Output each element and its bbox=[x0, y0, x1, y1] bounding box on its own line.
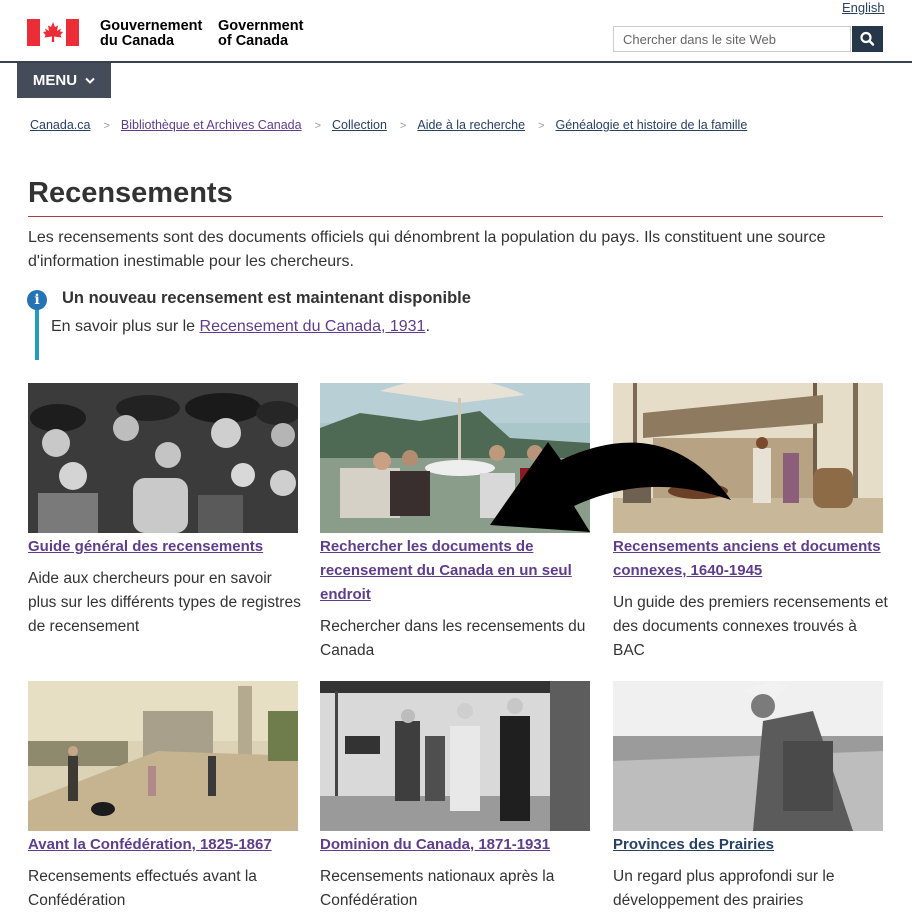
card-link-dominion[interactable]: Dominion du Canada, 1871-1931 bbox=[320, 833, 592, 857]
card-description: Recensements nationaux après la Confédér… bbox=[320, 868, 555, 909]
wordmark-english[interactable]: Government of Canada bbox=[218, 19, 303, 49]
card-link-rechercher-documents[interactable]: Rechercher les documents de recensement … bbox=[320, 535, 592, 607]
search-input[interactable]: Chercher dans le site Web bbox=[613, 26, 851, 52]
header-divider bbox=[0, 61, 912, 63]
search-icon bbox=[860, 31, 875, 46]
breadcrumb-link-aide[interactable]: Aide à la recherche bbox=[417, 118, 525, 132]
breadcrumb-link-bac[interactable]: Bibliothèque et Archives Canada bbox=[121, 118, 302, 132]
breadcrumb-link-genealogie[interactable]: Généalogie et histoire de la famille bbox=[556, 118, 748, 132]
menu-button[interactable]: MENU bbox=[17, 63, 111, 98]
card-image-town-painting[interactable] bbox=[28, 681, 298, 831]
menu-label: MENU bbox=[32, 72, 78, 89]
info-icon: i bbox=[27, 290, 47, 310]
card-image-dominion-photo[interactable] bbox=[320, 681, 590, 831]
card-image-family-portrait[interactable] bbox=[28, 383, 298, 533]
search-button[interactable] bbox=[852, 26, 883, 52]
card-link-recensements-anciens[interactable]: Recensements anciens et documents connex… bbox=[613, 535, 885, 583]
card-link-avant-confederation[interactable]: Avant la Confédération, 1825-1867 bbox=[28, 833, 300, 857]
title-underline bbox=[28, 216, 883, 217]
card-description: Recensements effectués avant la Confédér… bbox=[28, 868, 257, 909]
breadcrumb: Canada.ca > Bibliothèque et Archives Canad… bbox=[30, 118, 748, 132]
card-link-provinces-prairies[interactable]: Provinces des Prairies bbox=[613, 833, 885, 857]
wordmark-french[interactable]: Gouvernement du Canada bbox=[100, 19, 202, 49]
canada-flag-icon bbox=[27, 19, 79, 46]
card-image-prairie-photo[interactable] bbox=[613, 681, 883, 831]
census-1931-link[interactable]: Recensement du Canada, 1931 bbox=[200, 318, 426, 335]
page-title: Recensements bbox=[28, 177, 233, 209]
chevron-down-icon bbox=[85, 77, 95, 84]
card-description: Aide aux chercheurs pour en savoir plus … bbox=[28, 570, 301, 635]
card-description: Rechercher dans les recensements du Cana… bbox=[320, 618, 586, 659]
card-link-guide-general[interactable]: Guide général des recensements bbox=[28, 535, 300, 559]
language-toggle-link[interactable]: English bbox=[842, 0, 885, 15]
card-description: Un regard plus approfondi sur le dévelop… bbox=[613, 868, 835, 909]
alert-title: Un nouveau recensement est maintenant di… bbox=[62, 289, 471, 307]
card-description: Un guide des premiers recensements et de… bbox=[613, 594, 888, 659]
alert-body: En savoir plus sur le Recensement du Can… bbox=[51, 318, 430, 335]
intro-paragraph: Les recensements sont des documents offi… bbox=[28, 229, 826, 270]
breadcrumb-link-canada[interactable]: Canada.ca bbox=[30, 118, 90, 132]
breadcrumb-link-collection[interactable]: Collection bbox=[332, 118, 387, 132]
